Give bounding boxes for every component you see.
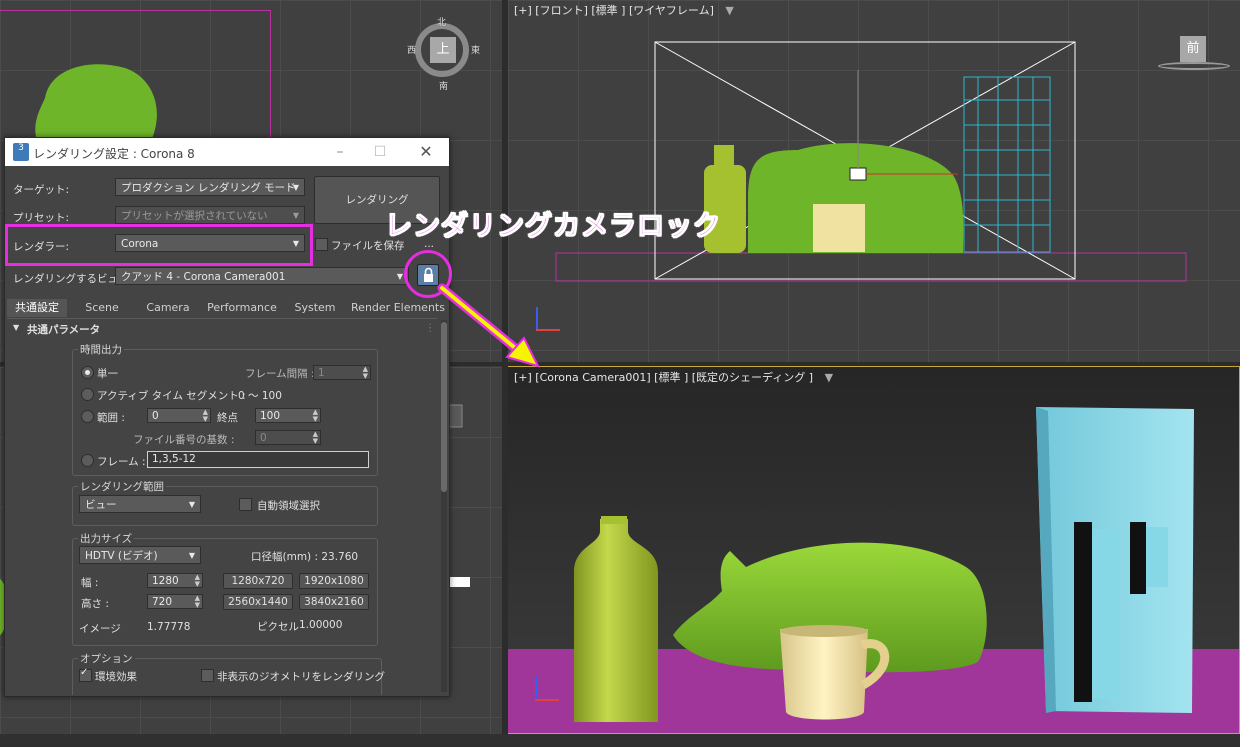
annotation-callout: レンダリングカメラロック (385, 211, 721, 243)
annotation-arrow (437, 283, 540, 368)
